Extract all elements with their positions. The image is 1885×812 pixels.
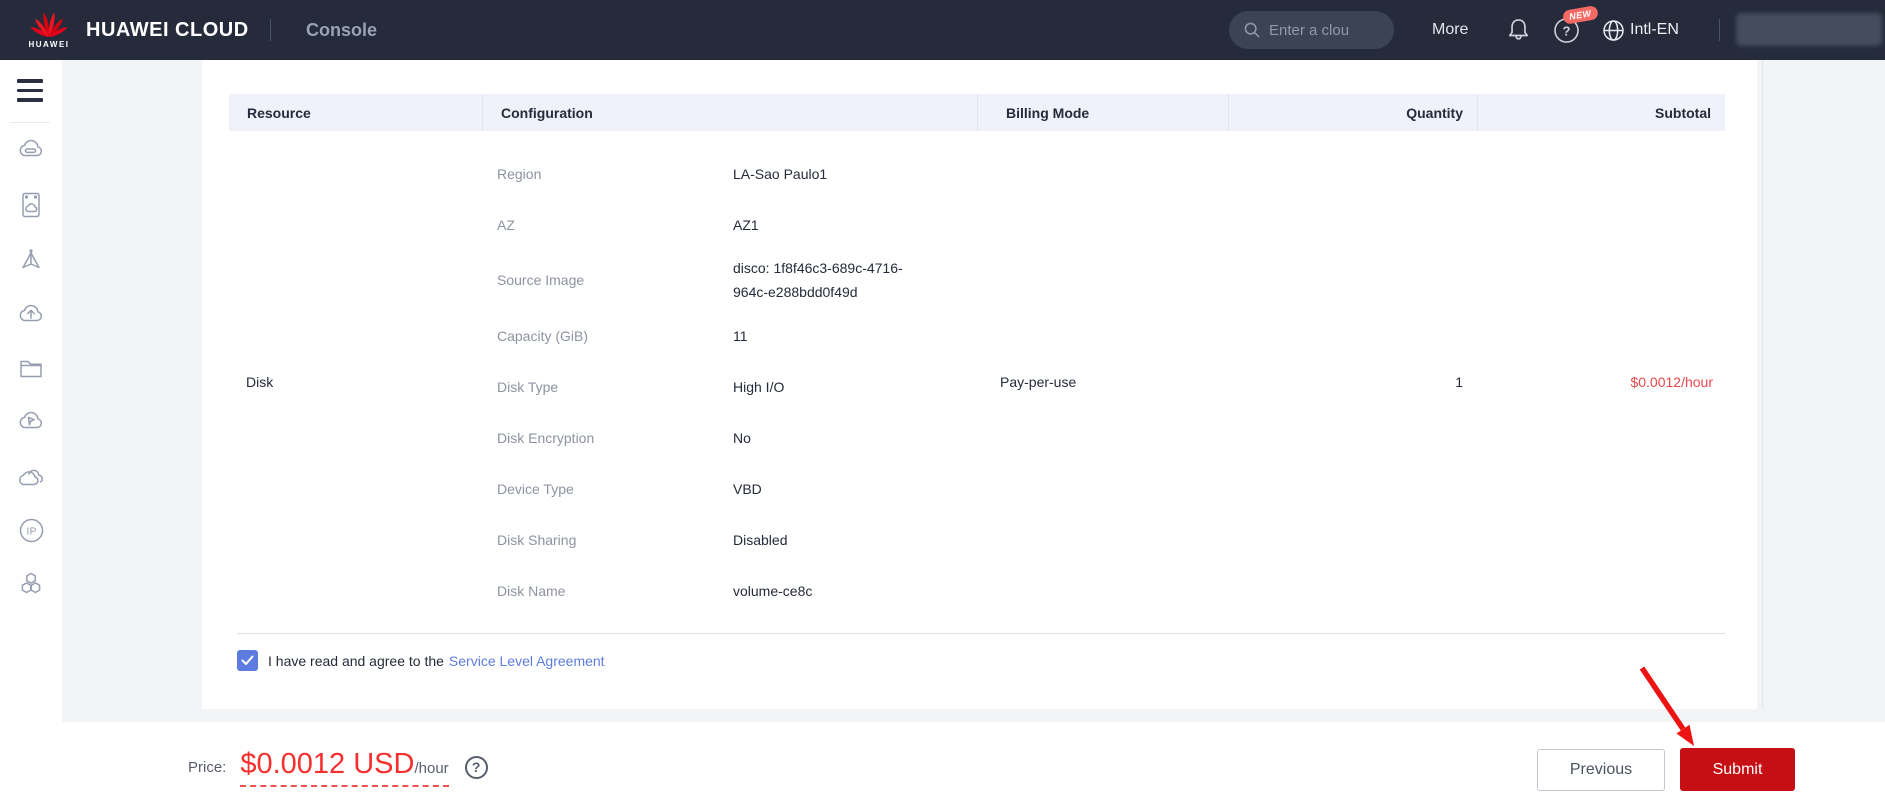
elastic-ip-icon: IP (18, 517, 45, 544)
sidebar-item-cloud-server[interactable] (16, 134, 46, 164)
language-selector[interactable]: Intl-EN (1630, 0, 1679, 60)
svg-text:?: ? (1563, 23, 1571, 38)
sidebar-item-cluster[interactable] (16, 569, 46, 599)
auto-scaling-icon (17, 247, 45, 273)
menu-icon[interactable] (17, 79, 43, 108)
column-header-subtotal: Subtotal (1477, 94, 1725, 131)
cluster-hexagons-icon (17, 571, 45, 597)
resource-name: Disk (246, 374, 273, 390)
config-row-disk-name: Disk Name volume-ce8c (497, 565, 1117, 616)
service-level-agreement-link[interactable]: Service Level Agreement (449, 653, 605, 669)
column-header-quantity: Quantity (1228, 94, 1477, 131)
console-title[interactable]: Console (306, 0, 377, 60)
huawei-logo[interactable]: HUAWEI (26, 6, 72, 54)
sidebar-divider (10, 122, 50, 123)
price-label: Price: (188, 759, 226, 776)
config-row-source-image: Source Image disco: 1f8f46c3-689c-4716-9… (497, 250, 1117, 310)
subtotal-value: $0.0012/hour (1511, 374, 1713, 390)
global-search[interactable] (1229, 11, 1394, 49)
multi-cloud-icon (16, 465, 46, 489)
agreement-row: I have read and agree to the Service Lev… (237, 650, 605, 671)
previous-button[interactable]: Previous (1537, 749, 1665, 791)
folder-icon (17, 356, 45, 380)
billing-mode-value: Pay-per-use (1000, 374, 1076, 390)
check-icon (241, 655, 254, 666)
price-summary: Price: $0.0012 USD /hour ? (188, 722, 488, 812)
huawei-logo-word: HUAWEI (29, 40, 70, 49)
sidebar-item-elastic-ip[interactable]: IP (16, 515, 46, 545)
column-header-configuration: Configuration (482, 94, 977, 131)
quantity-value: 1 (1161, 374, 1463, 390)
language-globe[interactable] (1602, 0, 1625, 60)
globe-icon (1602, 19, 1625, 42)
cloud-host-card-icon (19, 191, 43, 219)
top-navigation: HUAWEI HUAWEI CLOUD Console More ? NEW (0, 0, 1885, 60)
sidebar-item-multi-cloud[interactable] (16, 462, 46, 492)
sidebar-item-cloud-backup[interactable] (16, 406, 46, 436)
submit-button[interactable]: Submit (1680, 748, 1795, 791)
bottom-action-bar: Price: $0.0012 USD /hour ? Previous Subm… (0, 722, 1885, 812)
price-value-group: $0.0012 USD /hour (240, 748, 448, 787)
content-scroll-rule (1762, 60, 1763, 709)
config-row-disk-sharing: Disk Sharing Disabled (497, 514, 1117, 565)
price-unit: /hour (414, 760, 448, 777)
column-header-billing-mode: Billing Mode (977, 94, 1228, 131)
config-row-disk-encryption: Disk Encryption No (497, 412, 1117, 463)
brand-title: HUAWEI CLOUD (86, 0, 249, 60)
search-icon (1243, 21, 1261, 39)
sidebar: IP (0, 60, 62, 812)
price-help-icon[interactable]: ? (465, 756, 488, 779)
agreement-divider (237, 633, 1725, 634)
search-input[interactable] (1269, 22, 1379, 39)
sidebar-item-storage[interactable] (16, 353, 46, 383)
sidebar-item-auto-scaling[interactable] (16, 245, 46, 275)
nav-divider (1719, 19, 1720, 41)
order-summary-card: Resource Configuration Billing Mode Quan… (202, 60, 1757, 709)
bell-icon (1506, 17, 1531, 43)
sidebar-item-cloud-host[interactable] (16, 190, 46, 220)
config-row-az: AZ AZ1 (497, 199, 1117, 250)
price-value: $0.0012 USD (240, 748, 414, 781)
config-row-capacity: Capacity (GiB) 11 (497, 310, 1117, 361)
agreement-text: I have read and agree to the (268, 653, 444, 669)
account-name-redacted[interactable] (1736, 13, 1882, 46)
huawei-cloud-console-screen: HUAWEI HUAWEI CLOUD Console More ? NEW (0, 0, 1885, 812)
column-header-resource: Resource (229, 94, 482, 131)
cloud-server-icon (17, 138, 45, 160)
agreement-checkbox[interactable] (237, 650, 258, 671)
svg-text:IP: IP (26, 525, 36, 537)
huawei-flower-icon (29, 6, 69, 40)
config-row-region: Region LA-Sao Paulo1 (497, 148, 1117, 199)
nav-divider (270, 19, 271, 41)
more-menu[interactable]: More (1432, 0, 1468, 60)
table-header-row: Resource Configuration Billing Mode Quan… (229, 94, 1725, 131)
config-row-device-type: Device Type VBD (497, 463, 1117, 514)
sidebar-item-image-service[interactable] (16, 298, 46, 328)
cloud-backup-icon (17, 409, 45, 433)
notifications-button[interactable] (1506, 0, 1531, 60)
cloud-upload-icon (17, 301, 45, 325)
